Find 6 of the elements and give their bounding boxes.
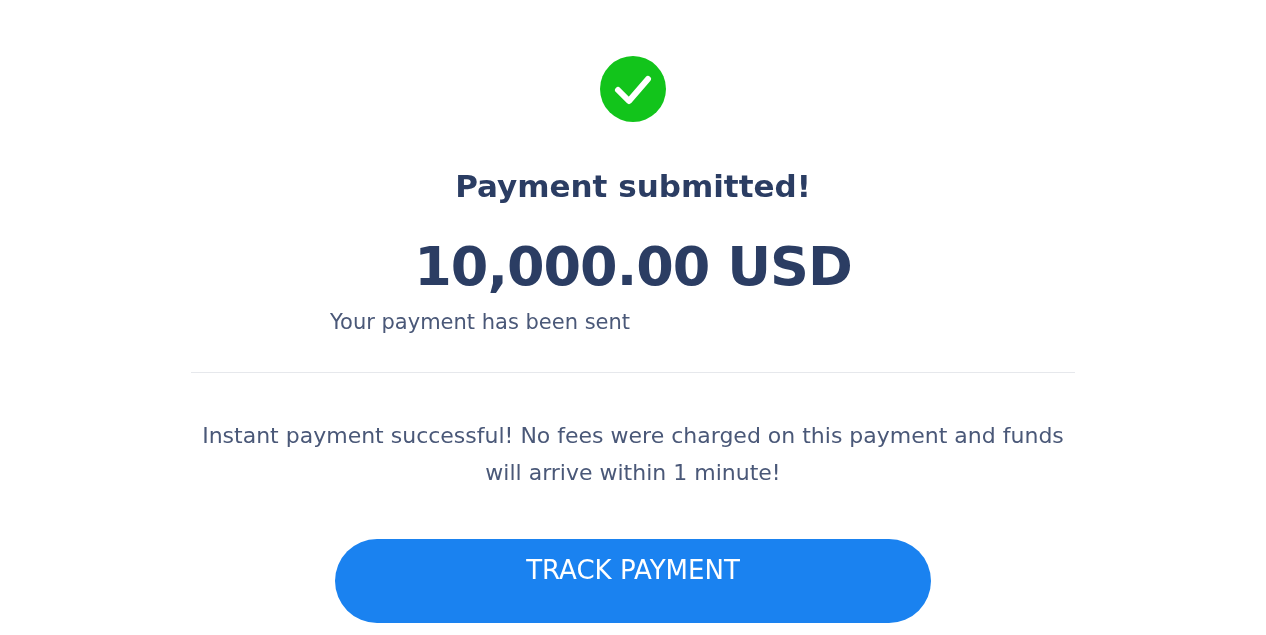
payment-amount: 10,000.00 USD xyxy=(414,240,852,294)
success-message: Instant payment successful! No fees were charged on this payment and funds will arrive within 1 minute! xyxy=(201,422,1065,487)
track-payment-button[interactable]: TRACK PAYMENT xyxy=(335,539,931,623)
page-title: Payment submitted! xyxy=(455,168,811,204)
success-check-icon xyxy=(600,56,666,122)
recipient-note: Your payment has been sent xyxy=(330,310,631,334)
